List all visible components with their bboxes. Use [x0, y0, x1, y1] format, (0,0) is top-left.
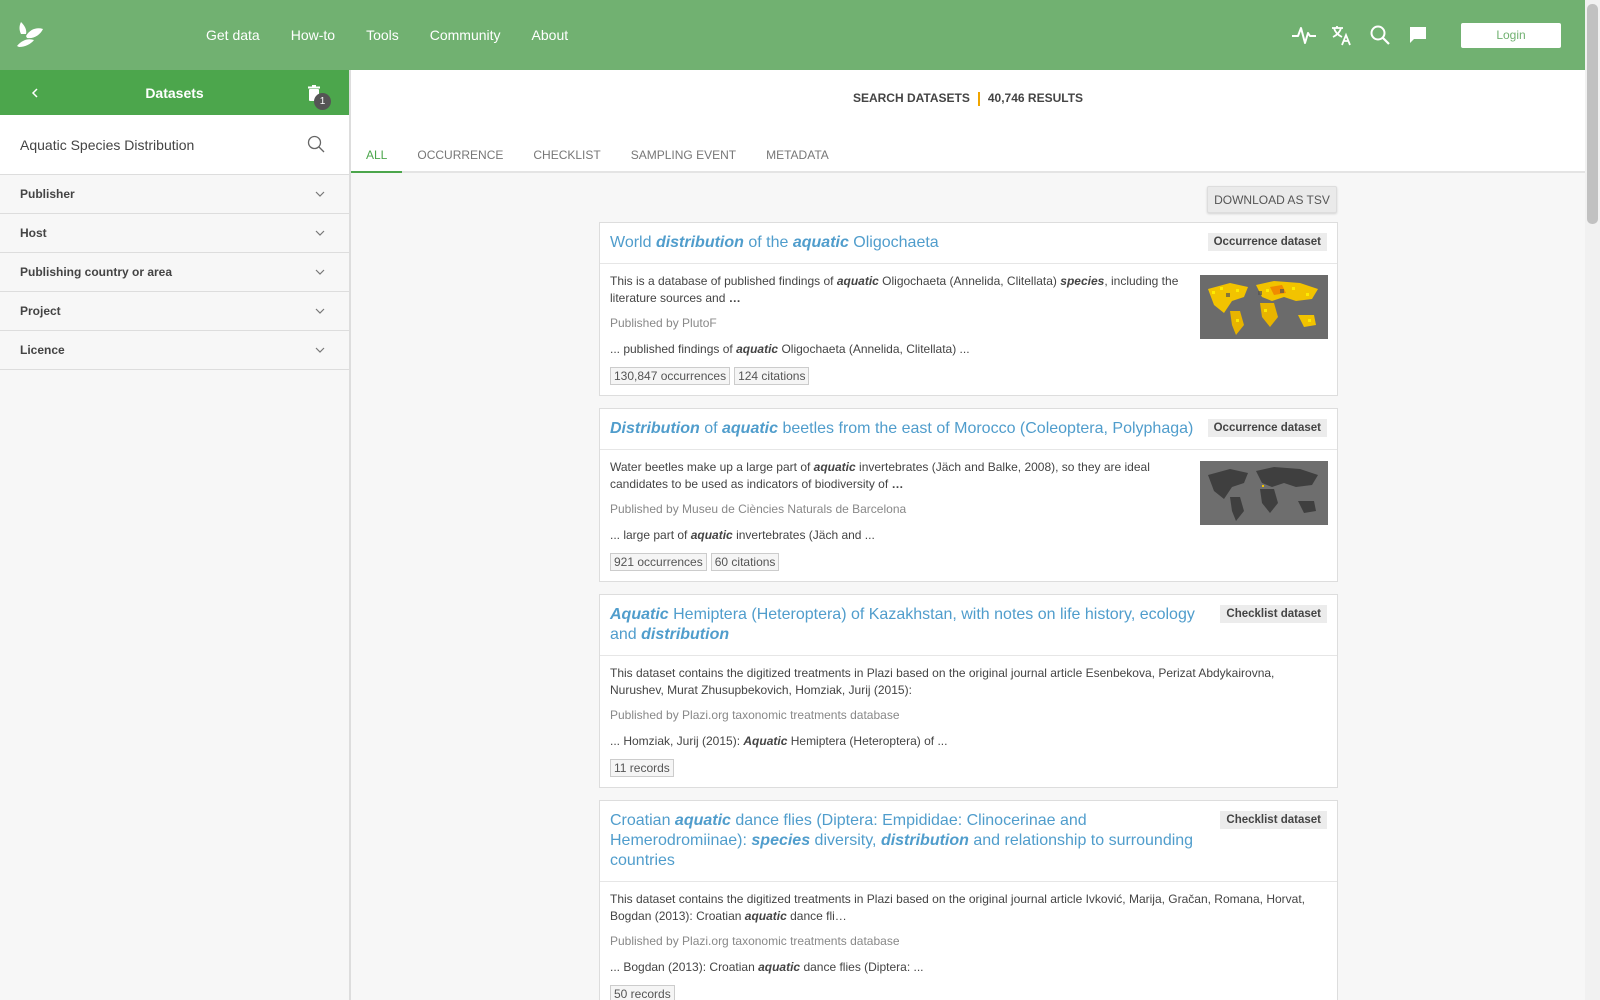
- world-map-thumbnail[interactable]: [1200, 461, 1328, 525]
- card-body: This dataset contains the digitized trea…: [600, 656, 1337, 787]
- nav-tools[interactable]: Tools: [366, 27, 399, 43]
- dataset-title-link[interactable]: Distribution of aquatic beetles from the…: [610, 419, 1193, 439]
- facet-label: Project: [20, 304, 61, 318]
- clear-filters-button[interactable]: 1: [279, 70, 349, 115]
- search-submit-icon[interactable]: [307, 135, 325, 158]
- main-nav: Get data How-to Tools Community About: [206, 27, 599, 43]
- sidebar-title: Datasets: [145, 84, 204, 101]
- dataset-type-badge: Checklist dataset: [1220, 811, 1327, 829]
- summary-divider: [977, 91, 980, 106]
- citations-chip[interactable]: 60 citations: [710, 553, 780, 571]
- nav-how-to[interactable]: How-to: [291, 27, 335, 43]
- facet-label: Host: [20, 226, 47, 240]
- records-chip[interactable]: 11 records: [610, 759, 674, 777]
- result-summary: SEARCH DATASETS 40,746 RESULTS: [351, 91, 1585, 106]
- tab-metadata[interactable]: METADATA: [751, 138, 844, 173]
- page-scrollbar[interactable]: [1585, 0, 1600, 1000]
- results-header: SEARCH DATASETS 40,746 RESULTS ALL OCCURR…: [351, 70, 1585, 173]
- translate-icon[interactable]: [1329, 22, 1355, 48]
- dataset-title-link[interactable]: Aquatic Hemiptera (Heteroptera) of Kazak…: [610, 605, 1206, 645]
- count-chips: 921 occurrences 60 citations: [610, 553, 1327, 571]
- chevron-down-icon: [315, 347, 325, 353]
- card-header: Aquatic Hemiptera (Heteroptera) of Kazak…: [600, 595, 1337, 656]
- count-chips: 50 records: [610, 985, 1327, 1000]
- match-snippet: ... Homziak, Jurij (2015): Aquatic Hemip…: [610, 734, 948, 748]
- download-tsv-button[interactable]: DOWNLOAD AS TSV: [1207, 186, 1337, 213]
- card-header: World distribution of the aquatic Oligoc…: [600, 223, 1337, 264]
- main-content: SEARCH DATASETS 40,746 RESULTS ALL OCCURR…: [351, 70, 1585, 1000]
- sidebar-header: Datasets 1: [0, 70, 349, 115]
- scrollbar-thumb[interactable]: [1587, 4, 1598, 224]
- nav-community[interactable]: Community: [430, 27, 501, 43]
- result-card: Aquatic Hemiptera (Heteroptera) of Kazak…: [599, 594, 1338, 788]
- search-input[interactable]: [20, 136, 300, 153]
- result-count: 40,746 RESULTS: [987, 91, 1084, 105]
- dataset-description: This dataset contains the digitized trea…: [610, 666, 1275, 697]
- facet-label: Publisher: [20, 187, 75, 201]
- dataset-description: This dataset contains the digitized trea…: [610, 892, 1306, 923]
- tab-sampling-event[interactable]: SAMPLING EVENT: [616, 138, 751, 173]
- tab-checklist[interactable]: CHECKLIST: [518, 138, 615, 173]
- feedback-icon[interactable]: [1405, 22, 1431, 48]
- dataset-description: This is a database of published findings…: [610, 274, 1179, 305]
- result-card: World distribution of the aquatic Oligoc…: [599, 222, 1338, 396]
- card-header: Distribution of aquatic beetles from the…: [600, 409, 1337, 450]
- dataset-title-link[interactable]: Croatian aquatic dance flies (Diptera: E…: [610, 811, 1206, 871]
- filter-count-badge: 1: [314, 93, 331, 110]
- card-body: Water beetles make up a large part of aq…: [600, 450, 1337, 581]
- dataset-type-tabs: ALL OCCURRENCE CHECKLIST SAMPLING EVENT …: [351, 138, 844, 173]
- chevron-down-icon: [315, 191, 325, 197]
- chevron-left-icon: [31, 87, 38, 98]
- dataset-description: Water beetles make up a large part of aq…: [610, 460, 1150, 491]
- dataset-type-badge: Occurrence dataset: [1207, 419, 1327, 437]
- match-snippet: ... published findings of aquatic Oligoc…: [610, 342, 970, 356]
- facet-label: Publishing country or area: [20, 265, 173, 279]
- dataset-search-box: [0, 115, 349, 175]
- filter-sidebar: Datasets 1 Publisher Host Publishing cou…: [0, 70, 351, 1000]
- gbif-logo[interactable]: [0, 0, 60, 70]
- publisher-line: Published by Plazi.org taxonomic treatme…: [610, 934, 900, 948]
- result-card: Croatian aquatic dance flies (Diptera: E…: [599, 800, 1338, 1000]
- facet-publishing-country[interactable]: Publishing country or area: [0, 253, 349, 292]
- top-navbar: Get data How-to Tools Community About Lo…: [0, 0, 1585, 70]
- card-body: This dataset contains the digitized trea…: [600, 882, 1337, 1000]
- facet-label: Licence: [20, 343, 65, 357]
- facet-licence[interactable]: Licence: [0, 331, 349, 370]
- records-chip[interactable]: 50 records: [610, 985, 675, 1000]
- top-icon-group: Login: [1291, 0, 1585, 70]
- facet-project[interactable]: Project: [0, 292, 349, 331]
- search-icon[interactable]: [1367, 22, 1393, 48]
- match-snippet: ... large part of aquatic invertebrates …: [610, 528, 875, 542]
- publisher-line: Published by Plazi.org taxonomic treatme…: [610, 708, 900, 722]
- facet-host[interactable]: Host: [0, 214, 349, 253]
- occurrences-chip[interactable]: 921 occurrences: [610, 553, 707, 571]
- dataset-type-badge: Checklist dataset: [1220, 605, 1327, 623]
- citations-chip[interactable]: 124 citations: [734, 367, 810, 385]
- login-button[interactable]: Login: [1461, 22, 1561, 48]
- tab-all[interactable]: ALL: [351, 138, 403, 173]
- leaf-logo-icon: [17, 22, 43, 47]
- result-card: Distribution of aquatic beetles from the…: [599, 408, 1338, 582]
- occurrence-heatmap-thumbnail[interactable]: [1200, 275, 1328, 339]
- chevron-down-icon: [315, 230, 325, 236]
- dataset-type-badge: Occurrence dataset: [1207, 233, 1327, 251]
- chevron-down-icon: [315, 269, 325, 275]
- occurrences-chip[interactable]: 130,847 occurrences: [610, 367, 731, 385]
- card-body: This is a database of published findings…: [600, 264, 1337, 395]
- dataset-title-link[interactable]: World distribution of the aquatic Oligoc…: [610, 233, 939, 253]
- card-header: Croatian aquatic dance flies (Diptera: E…: [600, 801, 1337, 882]
- nav-about[interactable]: About: [532, 27, 569, 43]
- tab-occurrence[interactable]: OCCURRENCE: [402, 138, 518, 173]
- count-chips: 130,847 occurrences 124 citations: [610, 367, 1327, 385]
- results-list: World distribution of the aquatic Oligoc…: [599, 222, 1338, 1000]
- chevron-down-icon: [315, 308, 325, 314]
- count-chips: 11 records: [610, 759, 1327, 777]
- match-snippet: ... Bogdan (2013): Croatian aquatic danc…: [610, 960, 924, 974]
- summary-label: SEARCH DATASETS: [852, 91, 970, 105]
- nav-get-data[interactable]: Get data: [206, 27, 260, 43]
- facet-publisher[interactable]: Publisher: [0, 175, 349, 214]
- collapse-sidebar-button[interactable]: [0, 87, 70, 99]
- activity-icon[interactable]: [1291, 22, 1317, 48]
